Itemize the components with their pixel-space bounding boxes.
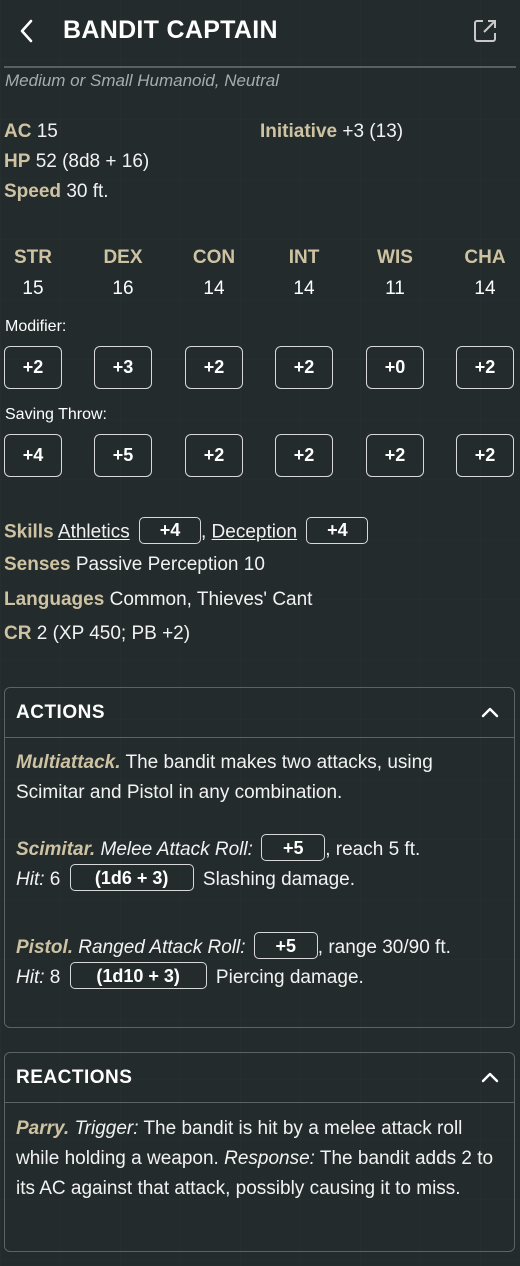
chevron-up-icon[interactable] [480, 1070, 500, 1084]
ability-score-str: 15 [22, 278, 44, 299]
initiative: Initiative +3 (13) [260, 121, 404, 142]
scimitar-attack-roll-button[interactable]: +5 [261, 834, 326, 862]
reactions-panel: REACTIONS Parry. Trigger: The bandit is … [4, 1052, 515, 1252]
senses-row: Senses Passive Perception 10 [4, 554, 265, 575]
save-button-int[interactable]: +2 [275, 434, 333, 477]
external-link-icon [474, 20, 496, 42]
save-button-con[interactable]: +2 [185, 434, 243, 477]
actions-panel: ACTIONS Multiattack. The bandit makes tw… [4, 687, 515, 1028]
ability-name-cha: CHA [464, 247, 506, 268]
pistol-attack-roll-button[interactable]: +5 [253, 932, 318, 960]
modifier-button-con[interactable]: +2 [185, 346, 243, 389]
creature-type: Medium or Small Humanoid, Neutral [5, 71, 279, 90]
action-pistol: Pistol. Ranged Attack Roll: +5, range 30… [16, 932, 506, 993]
chevron-left-icon [20, 19, 33, 43]
modifier-button-dex[interactable]: +3 [94, 346, 152, 389]
ability-name-wis: WIS [377, 247, 413, 268]
ability-score-dex: 16 [112, 278, 134, 299]
skill-deception-link[interactable]: Deception [212, 522, 298, 543]
page-title: BANDIT CAPTAIN [63, 16, 278, 44]
modifier-button-cha[interactable]: +2 [456, 346, 514, 389]
save-button-wis[interactable]: +2 [366, 434, 424, 477]
action-multiattack: Multiattack. The bandit makes two attack… [16, 752, 433, 803]
back-button[interactable] [16, 16, 38, 46]
external-link-button[interactable] [472, 18, 498, 44]
ability-name-int: INT [288, 247, 320, 268]
actions-header[interactable]: ACTIONS [5, 688, 514, 738]
ability-score-wis: 11 [385, 278, 405, 299]
modifier-button-str[interactable]: +2 [4, 346, 62, 389]
skill-athletics-roll-button[interactable]: +4 [138, 517, 201, 544]
speed: Speed 30 ft. [4, 181, 109, 202]
scimitar-damage-roll-button[interactable]: (1d6 + 3) [69, 864, 194, 892]
ability-score-int: 14 [293, 278, 315, 299]
reaction-parry: Parry. Trigger: The bandit is hit by a m… [16, 1118, 494, 1199]
actions-title: ACTIONS [16, 702, 105, 723]
languages-row: Languages Common, Thieves' Cant [4, 589, 313, 610]
skill-athletics-link[interactable]: Athletics [58, 522, 130, 543]
modifier-label: Modifier: [5, 318, 67, 335]
saving-throw-label: Saving Throw: [5, 406, 107, 423]
save-button-cha[interactable]: +2 [456, 434, 514, 477]
header-divider [4, 66, 516, 68]
modifier-button-wis[interactable]: +0 [366, 346, 424, 389]
save-button-str[interactable]: +4 [4, 434, 62, 477]
reactions-header[interactable]: REACTIONS [5, 1053, 514, 1103]
skills-label: Skills [4, 521, 54, 543]
reactions-title: REACTIONS [16, 1067, 133, 1088]
challenge-rating-row: CR 2 (XP 450; PB +2) [4, 623, 191, 644]
ability-name-str: STR [14, 247, 52, 268]
header-bar: BANDIT CAPTAIN [0, 0, 520, 66]
ability-name-con: CON [192, 247, 236, 268]
armor-class: AC 15 [4, 121, 58, 142]
ability-score-con: 14 [203, 278, 225, 299]
chevron-up-icon[interactable] [480, 705, 500, 719]
action-scimitar: Scimitar. Melee Attack Roll: +5, reach 5… [16, 834, 506, 895]
save-button-dex[interactable]: +5 [94, 434, 152, 477]
hit-points: HP 52 (8d8 + 16) [4, 151, 150, 172]
ability-name-dex: DEX [103, 247, 143, 268]
skill-deception-roll-button[interactable]: +4 [306, 517, 369, 544]
ability-score-cha: 14 [474, 278, 496, 299]
pistol-damage-roll-button[interactable]: (1d10 + 3) [69, 962, 207, 990]
skills-row: Skills Athletics +4, Deception +4 [4, 517, 369, 546]
modifier-button-int[interactable]: +2 [275, 346, 333, 389]
